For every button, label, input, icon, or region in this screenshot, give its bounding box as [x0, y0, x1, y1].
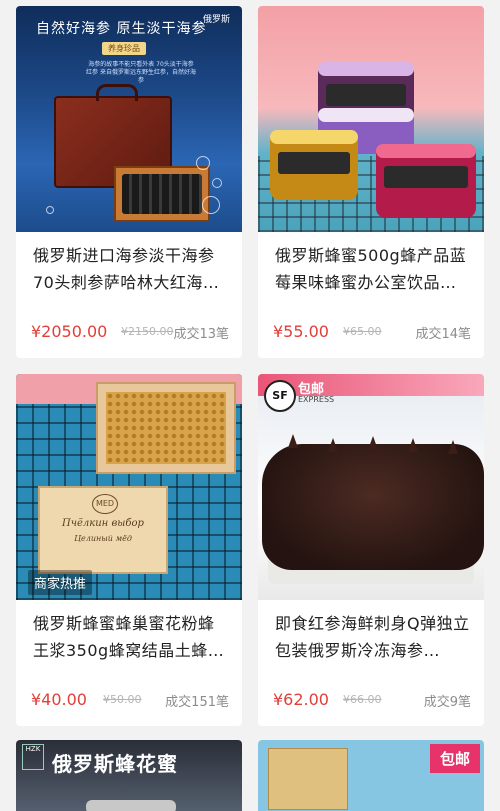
product-image[interactable] — [258, 6, 484, 232]
sea-cucumber-tray-graphic — [114, 166, 210, 222]
bubble-graphic — [196, 156, 210, 170]
product-image[interactable]: 包邮 — [258, 740, 484, 811]
wooden-box-graphic — [268, 748, 348, 810]
product-card[interactable]: HZK 俄罗斯蜂花蜜 — [16, 740, 242, 811]
brand-logo: HZK — [22, 744, 44, 770]
bubble-graphic — [46, 206, 54, 214]
product-image[interactable]: SF 包邮 EXPRESS — [258, 374, 484, 600]
sea-cucumber-graphic — [262, 444, 484, 570]
product-card[interactable]: SF 包邮 EXPRESS 即食红参海鲜刺身Q弹独立包装俄罗斯冷冻海参… ¥62… — [258, 374, 484, 726]
product-price: ¥2050.00 — [31, 322, 108, 341]
original-price: ¥50.00 — [103, 693, 142, 706]
box-label-line1: Пчёлкин выбор — [62, 518, 144, 529]
product-card[interactable]: 自然好海参 原生淡干海参 俄罗斯 养身珍品 海参的故事不能只看外表 70头淡干海… — [16, 6, 242, 358]
sold-count: 成交9笔 — [423, 695, 471, 710]
sold-count: 成交151笔 — [165, 695, 229, 710]
image-header-text: 俄罗斯蜂花蜜 — [52, 752, 178, 776]
honeycomb-graphic — [106, 392, 226, 464]
bubble-graphic — [202, 196, 220, 214]
express-label: EXPRESS — [298, 395, 335, 404]
product-price: ¥62.00 — [273, 690, 329, 709]
product-title[interactable]: 即食红参海鲜刺身Q弹独立包装俄罗斯冷冻海参… — [275, 610, 471, 664]
spike-graphic — [368, 436, 378, 450]
wooden-box-graphic: MED Пчёлкин выбор Целиный мёд — [38, 486, 168, 574]
price-row: ¥55.00 ¥65.00 成交14笔 — [273, 322, 473, 346]
spike-graphic — [328, 438, 338, 452]
product-title[interactable]: 俄罗斯蜂蜜蜂巢蜜花粉蜂王浆350g蜂窝结晶土蜂… — [33, 610, 229, 664]
image-tag: 养身珍品 — [102, 42, 146, 55]
image-header-text: 自然好海参 原生淡干海参 — [36, 21, 207, 37]
honey-jar-graphic — [376, 144, 476, 218]
product-card[interactable]: MED Пчёлкин выбор Целиный мёд 商家热推 俄罗斯蜂蜜… — [16, 374, 242, 726]
spike-graphic — [408, 438, 418, 452]
product-title[interactable]: 俄罗斯蜂蜜500g蜂产品蓝莓果味蜂蜜办公室饮品… — [275, 242, 471, 296]
product-card[interactable]: 俄罗斯蜂蜜500g蜂产品蓝莓果味蜂蜜办公室饮品… ¥55.00 ¥65.00 成… — [258, 6, 484, 358]
image-description: 海参的故事不能只看外表 70头淡干海参红参 来自俄罗斯远东野生红参，自然好海参 — [86, 61, 196, 84]
sold-count: 成交14笔 — [415, 327, 471, 342]
original-price: ¥66.00 — [343, 693, 382, 706]
product-price: ¥40.00 — [31, 690, 87, 709]
honey-jar-graphic — [270, 130, 358, 200]
price-row: ¥2050.00 ¥2150.00 成交13笔 — [31, 322, 231, 346]
image-brand-text: 俄罗斯 — [202, 15, 230, 25]
sf-express-logo: SF — [264, 380, 296, 412]
spike-graphic — [288, 434, 298, 448]
product-card[interactable]: 包邮 — [258, 740, 484, 811]
jar-lid-graphic — [86, 800, 176, 811]
product-image[interactable]: HZK 俄罗斯蜂花蜜 — [16, 740, 242, 811]
bubble-graphic — [212, 178, 222, 188]
brand-logo: MED — [92, 494, 118, 514]
product-image[interactable]: 自然好海参 原生淡干海参 俄罗斯 养身珍品 海参的故事不能只看外表 70头淡干海… — [16, 6, 242, 232]
original-price: ¥2150.00 — [121, 325, 174, 338]
free-shipping-badge: 包邮 — [429, 744, 480, 773]
box-label-line2: Целиный мёд — [74, 534, 132, 543]
spike-graphic — [448, 440, 458, 454]
product-price: ¥55.00 — [273, 322, 329, 341]
merchant-recommend-badge: 商家热推 — [28, 570, 93, 595]
product-image[interactable]: MED Пчёлкин выбор Целиный мёд 商家热推 — [16, 374, 242, 600]
price-row: ¥62.00 ¥66.00 成交9笔 — [273, 690, 473, 714]
product-title[interactable]: 俄罗斯进口海参淡干海参70头刺参萨哈林大红海… — [33, 242, 229, 296]
original-price: ¥65.00 — [343, 325, 382, 338]
sold-count: 成交13笔 — [173, 327, 229, 342]
price-row: ¥40.00 ¥50.00 成交151笔 — [31, 690, 231, 714]
